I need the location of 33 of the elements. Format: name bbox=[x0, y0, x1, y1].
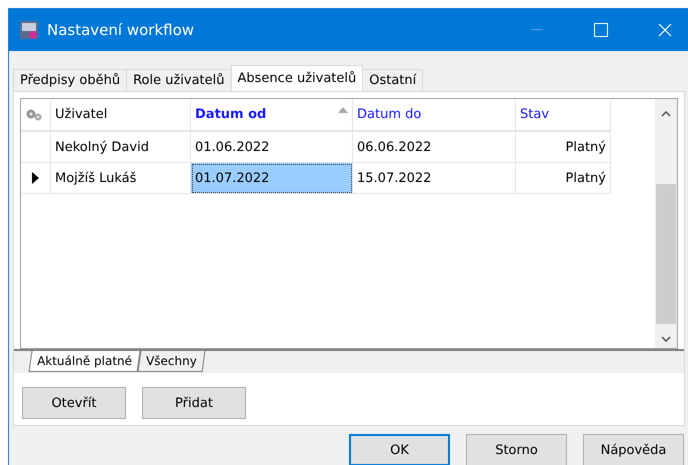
table-cell: 06.06.2022 bbox=[353, 132, 516, 163]
panel-button[interactable]: Přidat bbox=[142, 387, 246, 419]
scroll-up-icon[interactable] bbox=[661, 111, 671, 117]
scroll-thumb[interactable] bbox=[656, 184, 676, 324]
scrollbar[interactable] bbox=[655, 99, 677, 348]
close-icon bbox=[658, 23, 672, 37]
sort-icon bbox=[338, 107, 348, 113]
table-cell: 15.07.2022 bbox=[353, 163, 516, 194]
dialog-button[interactable]: Nápověda bbox=[583, 434, 684, 465]
panel-button[interactable]: Otevřít bbox=[22, 387, 126, 419]
column-header[interactable]: Datum do bbox=[353, 99, 516, 132]
table-cell: Platný bbox=[516, 132, 611, 163]
gears-icon[interactable] bbox=[25, 108, 43, 122]
table-row[interactable]: Mojžíš Lukáš 01.07.2022 15.07.2022 Platný bbox=[21, 163, 655, 194]
column-header[interactable]: Stav bbox=[516, 99, 611, 132]
tab[interactable]: Předpisy oběhů bbox=[13, 69, 128, 91]
maximize-icon bbox=[594, 23, 608, 37]
scroll-down-icon[interactable] bbox=[661, 336, 671, 342]
minimize-icon bbox=[531, 29, 543, 31]
sheet-tab[interactable]: Všechny bbox=[138, 351, 206, 372]
table-cell: Nekolný David bbox=[51, 132, 191, 163]
sheet-tab[interactable]: Aktuálně platné bbox=[28, 351, 140, 372]
tab[interactable]: Ostatní bbox=[362, 69, 424, 91]
app-icon bbox=[19, 20, 39, 40]
window-title: Nastavení workflow bbox=[47, 21, 196, 39]
table-cell: 01.07.2022 bbox=[191, 163, 353, 194]
column-header[interactable]: Datum od bbox=[191, 99, 353, 132]
dialog-button[interactable]: OK bbox=[349, 434, 450, 465]
table-cell: Platný bbox=[516, 163, 611, 194]
tab[interactable]: Absence uživatelů bbox=[230, 65, 364, 91]
current-row-icon bbox=[32, 172, 39, 184]
column-header[interactable]: Uživatel bbox=[51, 99, 191, 132]
dialog-button[interactable]: Storno bbox=[466, 434, 567, 465]
